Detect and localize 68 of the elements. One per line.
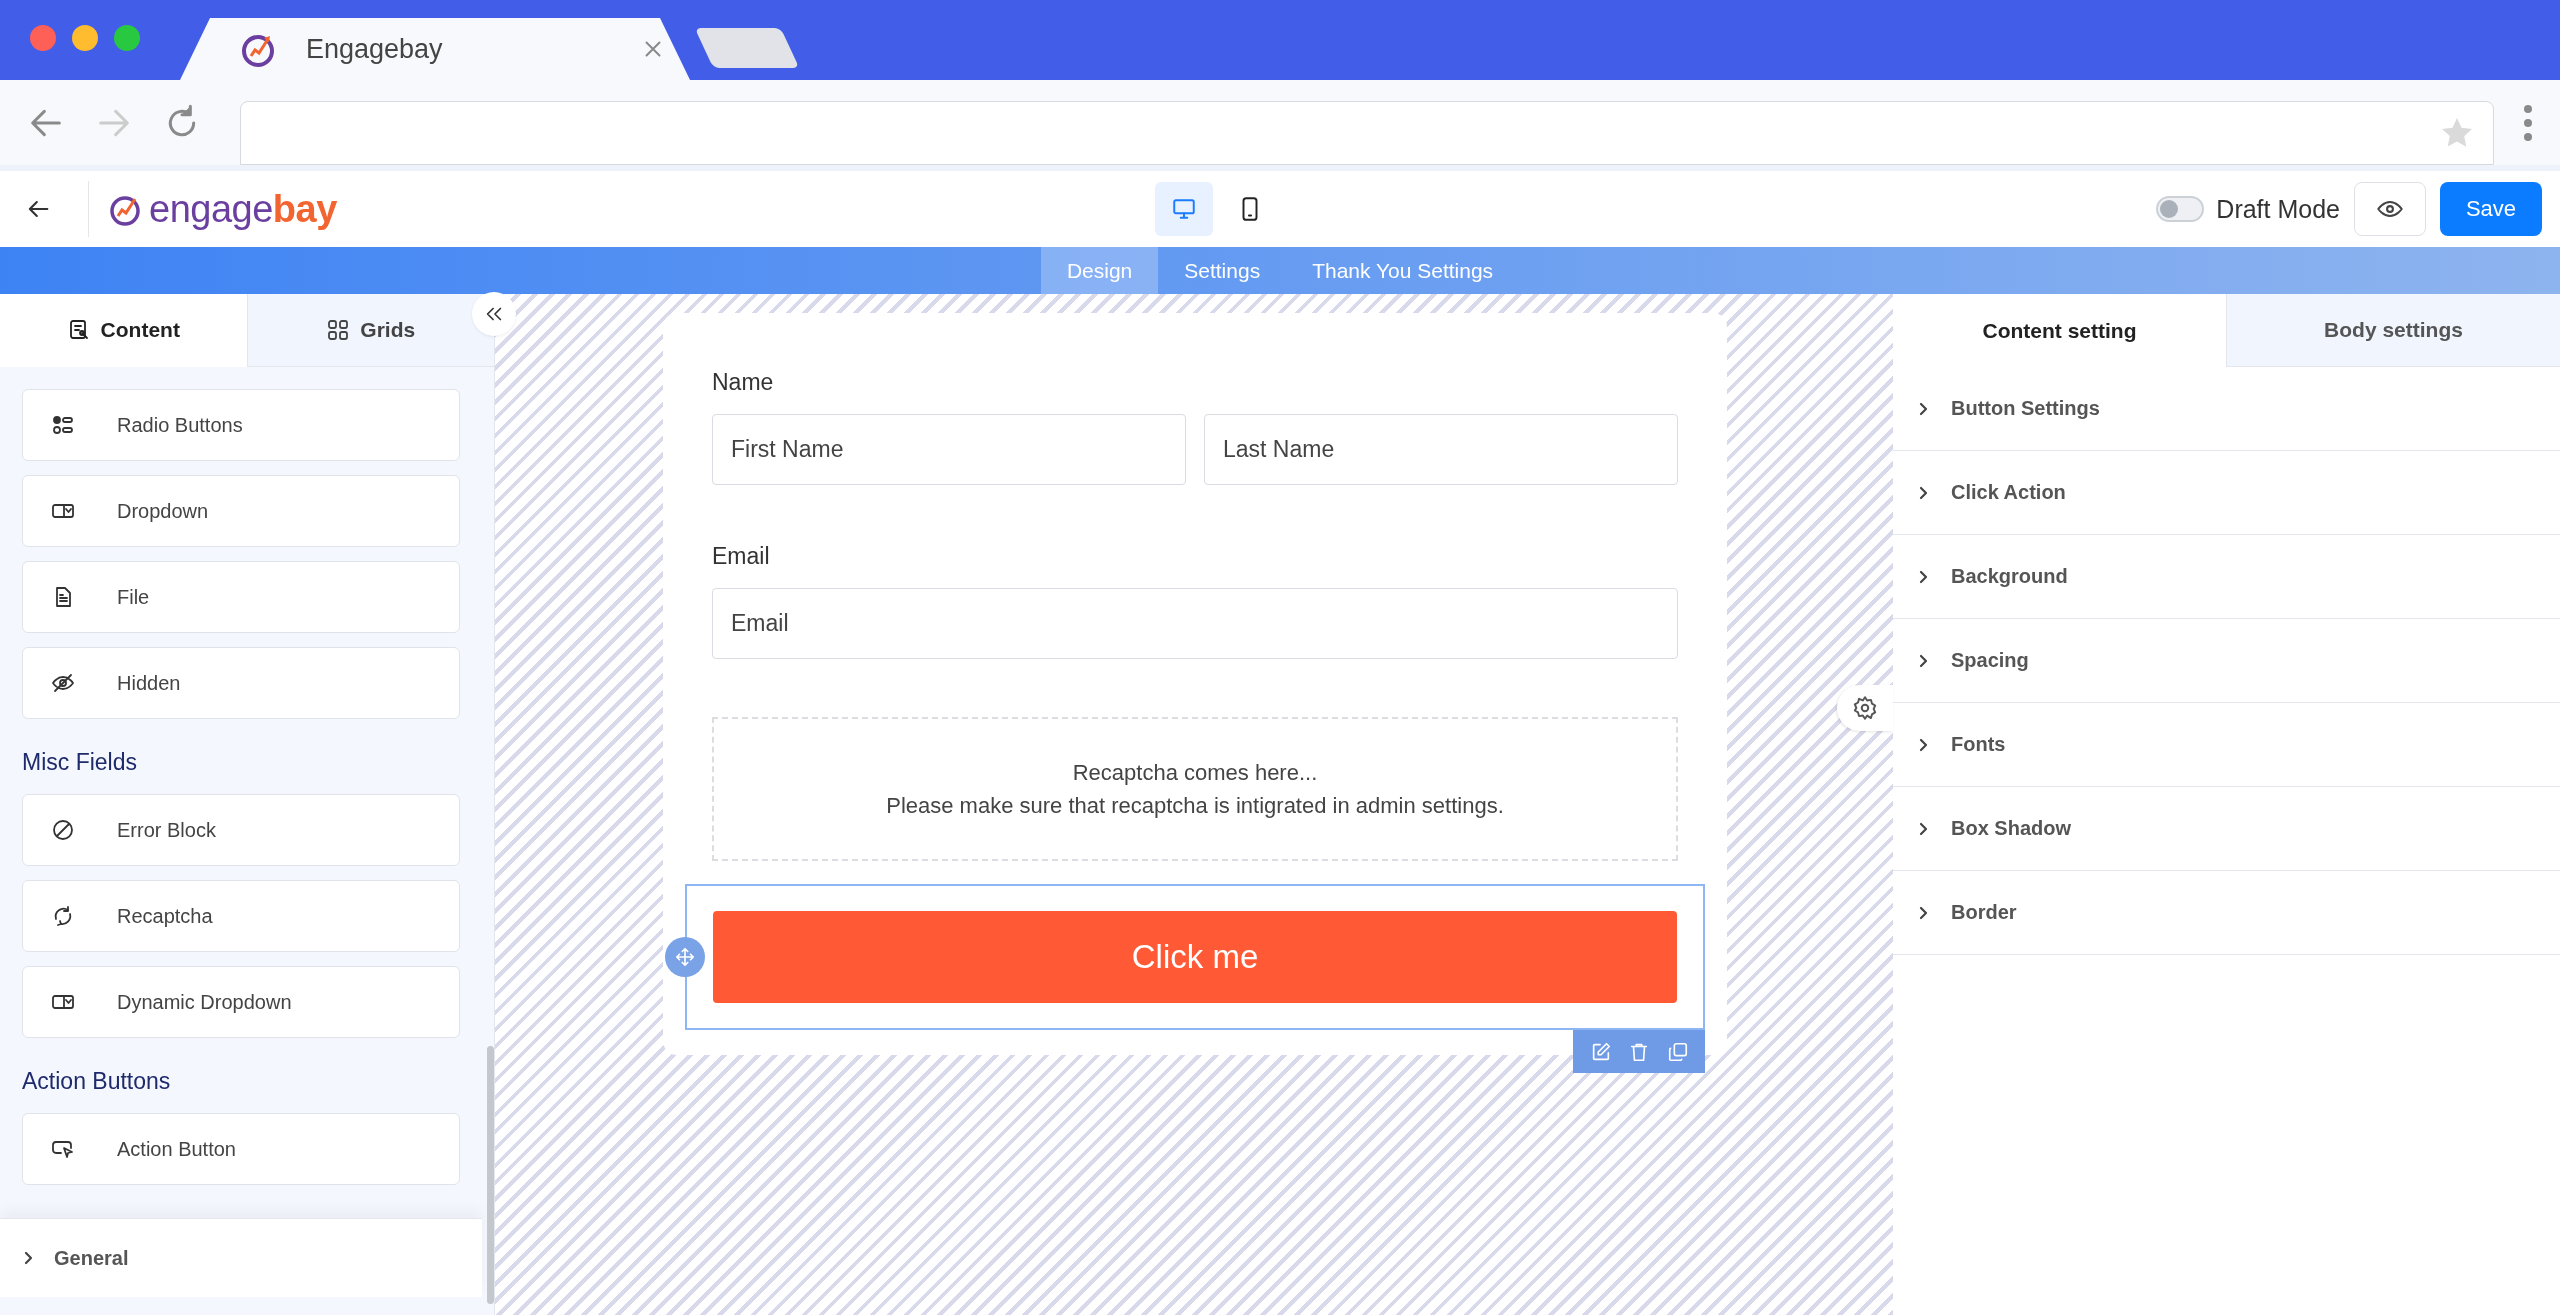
field-item[interactable]: File [22, 561, 460, 633]
group-heading: Misc Fields [22, 749, 138, 776]
draft-mode-switch[interactable] [2156, 196, 2205, 222]
field-label: Email [712, 543, 771, 570]
close-window-dot[interactable] [30, 25, 56, 51]
field-item-label: Dropdown [117, 499, 209, 523]
prohibited-icon [51, 818, 75, 842]
field-item-label: Action Button [117, 1137, 236, 1161]
field-item-label: Dynamic Dropdown [117, 990, 292, 1014]
field-label: Name [712, 369, 775, 396]
settings-section-header[interactable]: Fonts [1893, 703, 2560, 787]
settings-section-header[interactable]: Box Shadow [1893, 787, 2560, 871]
section-title: Fonts [1951, 733, 2006, 756]
panel-tab[interactable]: Content [0, 294, 247, 367]
list-icon [51, 413, 75, 437]
field-item-label: File [117, 585, 150, 609]
recaptcha-placeholder-text: Recaptcha comes here... Please make sure that recaptcha is intigrated in admin settings. [712, 717, 1678, 861]
field-item[interactable]: Radio Buttons [22, 389, 460, 461]
device-toggle-button[interactable] [1154, 182, 1213, 236]
address-bar[interactable] [240, 101, 2494, 165]
minimize-window-dot[interactable] [72, 25, 98, 51]
panel-tab[interactable]: Body settings [2226, 294, 2560, 367]
section-title: Spacing [1951, 649, 2029, 672]
settings-icon [1852, 695, 1878, 721]
text-field[interactable]: First Name [712, 414, 1186, 485]
draft-mode-label: Draft Mode [2216, 194, 2340, 224]
tab-title: Engagebay [306, 33, 444, 65]
field-item[interactable]: Dropdown [22, 475, 460, 547]
move-icon [674, 946, 696, 968]
section-title: Button Settings [1951, 397, 2100, 420]
grid-icon [326, 318, 351, 342]
field-item[interactable]: Hidden [22, 647, 460, 719]
eye-slash-icon [51, 671, 75, 695]
settings-section-header[interactable]: Button Settings [1893, 367, 2560, 451]
panel-tab[interactable]: Grids [246, 294, 494, 367]
maximize-window-dot[interactable] [114, 25, 140, 51]
field-item-label: Hidden [117, 671, 181, 695]
scrollbar[interactable] [487, 1046, 494, 1304]
duplicate-button[interactable] [1666, 1040, 1689, 1063]
text-field[interactable]: Email [712, 588, 1678, 659]
section-title: Border [1951, 901, 2017, 924]
section-title: Background [1951, 565, 2068, 588]
save-button[interactable]: Save [2440, 182, 2542, 236]
group-heading: Action Buttons [22, 1068, 172, 1095]
settings-section-header[interactable]: Border [1893, 871, 2560, 955]
settings-button[interactable] [1837, 685, 1893, 731]
field-item[interactable]: Error Block [22, 794, 460, 866]
field-item-label: Error Block [117, 818, 216, 842]
menu-icon[interactable] [2522, 102, 2534, 143]
text-field[interactable]: Last Name [1204, 414, 1678, 485]
monitor-icon [1170, 196, 1197, 222]
field-item-label: Recaptcha [117, 904, 213, 928]
browser-tab[interactable]: Engagebay [180, 18, 690, 80]
settings-section-header[interactable]: Background [1893, 535, 2560, 619]
section-title: Click Action [1951, 481, 2066, 504]
field-item-label: Radio Buttons [117, 413, 243, 437]
field-item[interactable]: Dynamic Dropdown [22, 966, 460, 1038]
settings-section-header[interactable]: Spacing [1893, 619, 2560, 703]
engagebay-logo: engagebay [88, 181, 337, 237]
preview-button[interactable] [2354, 182, 2426, 236]
section-header[interactable]: General [0, 1218, 482, 1297]
field-item[interactable]: Action Button [22, 1113, 460, 1185]
settings-section-header[interactable]: Click Action [1893, 451, 2560, 535]
section-title: Box Shadow [1951, 817, 2071, 840]
move-handle[interactable] [665, 937, 705, 977]
copy-icon [1666, 1040, 1689, 1063]
section-title: General [54, 1246, 129, 1270]
field-item[interactable]: Recaptcha [22, 880, 460, 952]
